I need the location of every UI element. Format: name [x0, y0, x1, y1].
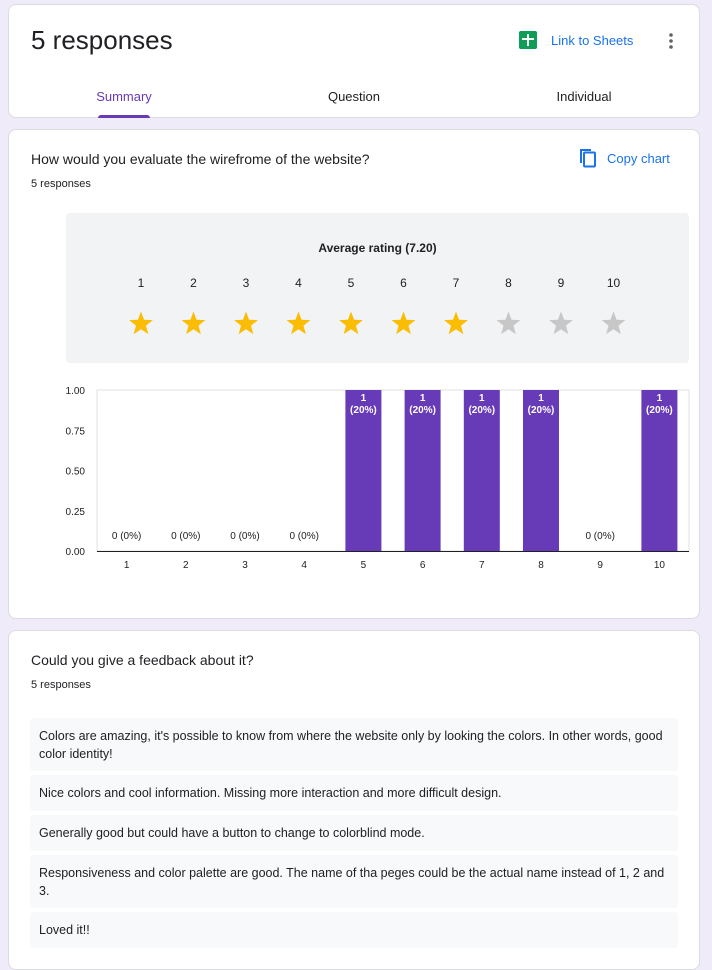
y-tick-label: 0.75 — [66, 426, 86, 437]
tab-question[interactable]: Question — [314, 89, 394, 104]
responses-title: 5 responses — [31, 25, 173, 55]
star-empty-icon — [601, 311, 626, 335]
bar-value-label: 0 (0%) — [112, 531, 141, 542]
bar-value-label-line: 1 — [657, 393, 663, 404]
star-number-label: 10 — [607, 276, 621, 290]
bar-value-label: 0 (0%) — [585, 531, 614, 542]
bar-value-label-line: (20%) — [409, 405, 436, 416]
rating-panel: Average rating (7.20) 1 2 3 4 5 6 7 8 9 10 — [66, 213, 689, 363]
x-tick-label: 6 — [420, 560, 426, 571]
x-tick-label: 8 — [538, 560, 544, 571]
question-summary-card: How would you evaluate the wirefrome of … — [8, 129, 700, 619]
star-rating-row: 1 2 3 4 5 6 7 8 9 10 — [129, 276, 626, 335]
link-to-sheets-label: Link to Sheets — [551, 32, 634, 48]
bar-value-label-line: (20%) — [350, 405, 377, 416]
bar-value-label-line: 1 — [361, 393, 367, 404]
bar-value-label: 0 (0%) — [289, 531, 318, 542]
question-title: How would you evaluate the wirefrome of … — [31, 151, 370, 167]
feedback-response: Colors are amazing, it's possible to kno… — [30, 718, 678, 771]
star-number-label: 2 — [190, 276, 197, 290]
x-tick-label: 9 — [597, 560, 603, 571]
star-number-label: 3 — [243, 276, 250, 290]
bar-value-label-line: (20%) — [468, 405, 495, 416]
copy-chart-button[interactable]: Copy chart — [579, 148, 670, 168]
copy-icon — [580, 149, 596, 168]
star-filled-icon — [286, 311, 311, 335]
feedback-response: Nice colors and cool information. Missin… — [30, 775, 678, 811]
star-filled-icon — [129, 311, 153, 335]
bar-value-label: 0 (0%) — [230, 531, 259, 542]
bar-value-label: 0 (0%) — [171, 531, 200, 542]
x-tick-label: 5 — [361, 560, 367, 571]
feedback-response: Responsiveness and color palette are goo… — [30, 855, 678, 908]
x-tick-label: 3 — [242, 560, 248, 571]
star-number-label: 8 — [505, 276, 512, 290]
chart-plot-area — [96, 389, 690, 552]
question-title: Could you give a feedback about it? — [31, 652, 254, 668]
y-tick-label: 1.00 — [66, 386, 86, 397]
x-tick-label: 2 — [183, 560, 189, 571]
sheets-icon — [519, 31, 537, 49]
bar-value-label-line: 1 — [479, 393, 485, 404]
star-number-label: 5 — [348, 276, 355, 290]
bar-value-label-line: 1 — [538, 393, 544, 404]
y-tick-label: 0.25 — [66, 507, 86, 518]
star-filled-icon — [391, 311, 416, 335]
x-tick-label: 10 — [654, 560, 666, 571]
star-number-label: 1 — [138, 276, 145, 290]
rating-bar-chart: 0.00 0.25 0.50 0.75 1.00 0 (0%) 1 0 (0%) 2 0 (0%)… — [66, 386, 690, 571]
star-filled-icon — [444, 311, 468, 335]
feedback-response: Loved it!! — [30, 912, 678, 948]
star-number-label: 6 — [400, 276, 407, 290]
bar-value-label-line: 1 — [420, 393, 426, 404]
feedback-response: Generally good but could have a button t… — [30, 815, 678, 851]
active-tab-indicator — [98, 115, 150, 118]
summary-header-card: 5 responses Link to Sheets Summary Quest… — [8, 4, 700, 118]
copy-chart-label: Copy chart — [607, 150, 670, 166]
star-filled-icon — [234, 311, 258, 335]
tab-individual[interactable]: Individual — [544, 89, 624, 104]
feedback-card: Could you give a feedback about it? 5 re… — [8, 630, 700, 970]
response-count: 5 responses — [31, 679, 91, 691]
bar-value-label-line: (20%) — [646, 405, 673, 416]
tab-summary[interactable]: Summary — [84, 89, 164, 104]
y-tick-label: 0.00 — [66, 547, 86, 558]
x-tick-label: 1 — [124, 560, 130, 571]
star-number-label: 4 — [295, 276, 302, 290]
more-vert-icon[interactable] — [663, 31, 679, 51]
link-to-sheets-button[interactable]: Link to Sheets — [519, 31, 633, 49]
star-empty-icon — [549, 311, 573, 335]
bar-value-label-line: (20%) — [528, 405, 555, 416]
x-tick-label: 4 — [301, 560, 307, 571]
star-empty-icon — [496, 311, 521, 335]
x-tick-label: 7 — [479, 560, 485, 571]
star-filled-icon — [339, 311, 363, 335]
response-count: 5 responses — [31, 178, 91, 190]
star-number-label: 9 — [558, 276, 565, 290]
star-number-label: 7 — [453, 276, 460, 290]
y-tick-label: 0.50 — [66, 467, 86, 478]
star-filled-icon — [181, 311, 206, 335]
